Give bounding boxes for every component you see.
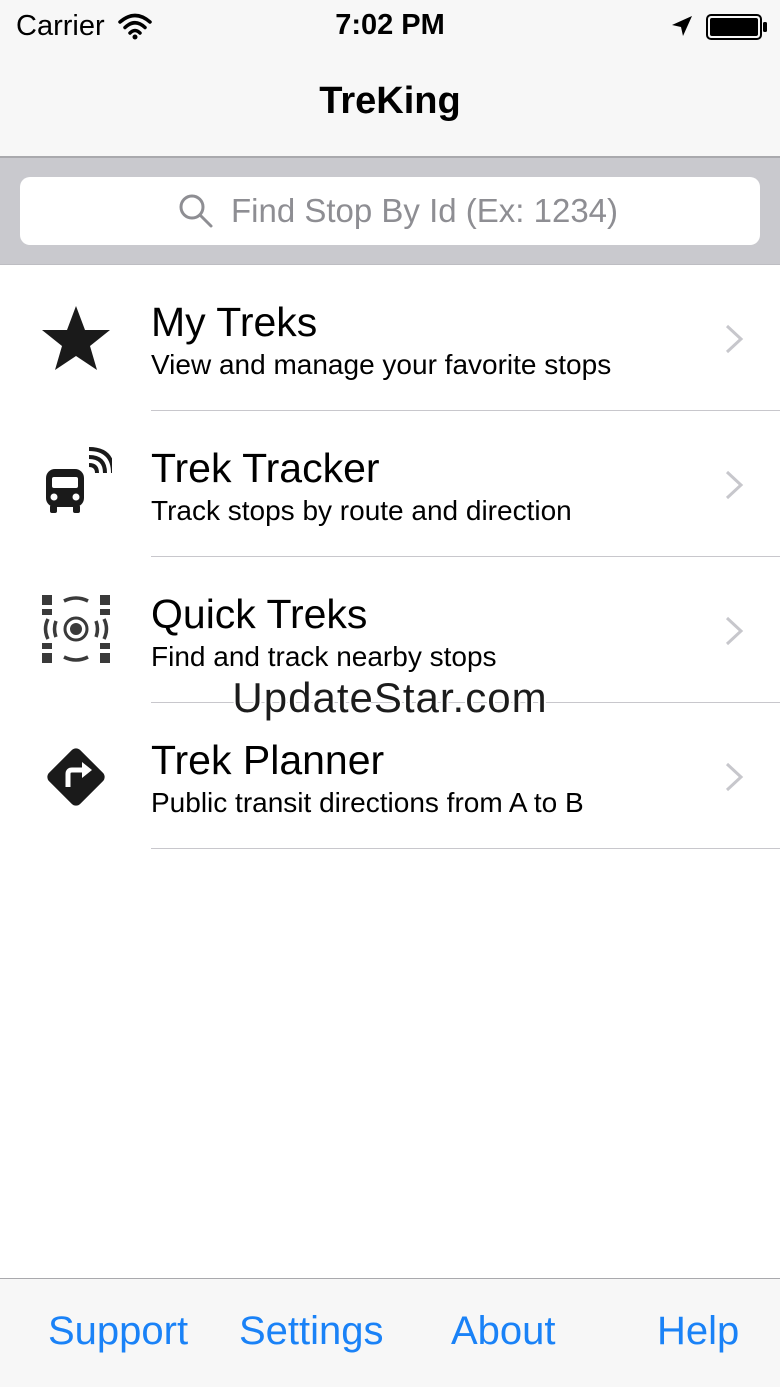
search-placeholder: Find Stop By Id (Ex: 1234) [231,192,619,229]
settings-button[interactable]: Settings [239,1309,384,1354]
menu-item-trek-planner[interactable]: Trek Planner Public transit directions f… [0,703,780,849]
page-title: TreKing [319,80,461,122]
star-icon [42,306,110,370]
menu-item-subtitle: Public transit directions from A to B [151,787,584,818]
watermark: UpdateStar.com [232,674,548,721]
about-button[interactable]: About [451,1309,556,1354]
bottom-toolbar: Support Settings About Help [0,1278,780,1387]
menu-item-subtitle: Track stops by route and direction [151,495,572,526]
chevron-right-icon [725,762,744,792]
directions-icon [47,748,105,806]
bus-tracking-icon [46,447,112,513]
menu-item-my-treks[interactable]: My Treks View and manage your favorite s… [0,265,780,411]
battery-icon [706,14,767,40]
help-button[interactable]: Help [657,1309,739,1354]
chevron-right-icon [725,616,744,646]
menu-item-title: My Treks [151,299,318,345]
menu-item-title: Quick Treks [151,591,368,637]
navigation-bar: TreKing [0,56,780,156]
menu-item-trek-tracker[interactable]: Trek Tracker Track stops by route and di… [0,411,780,557]
search-icon [179,194,213,228]
support-button[interactable]: Support [48,1309,188,1354]
search-bar: Find Stop By Id (Ex: 1234) [0,158,780,264]
search-input[interactable]: Find Stop By Id (Ex: 1234) [20,177,760,245]
location-arrow-icon [672,16,692,36]
row-divider [151,848,780,849]
menu-item-title: Trek Planner [151,737,385,783]
status-bar: Carrier 7:02 PM [0,0,780,56]
menu-item-subtitle: View and manage your favorite stops [151,349,612,380]
status-time: 7:02 PM [335,9,445,41]
menu-item-subtitle: Find and track nearby stops [151,641,497,672]
nearby-stops-icon [42,595,110,663]
chevron-right-icon [725,324,744,354]
menu-list: My Treks View and manage your favorite s… [0,265,780,849]
menu-item-title: Trek Tracker [151,445,380,491]
chevron-right-icon [725,470,744,500]
